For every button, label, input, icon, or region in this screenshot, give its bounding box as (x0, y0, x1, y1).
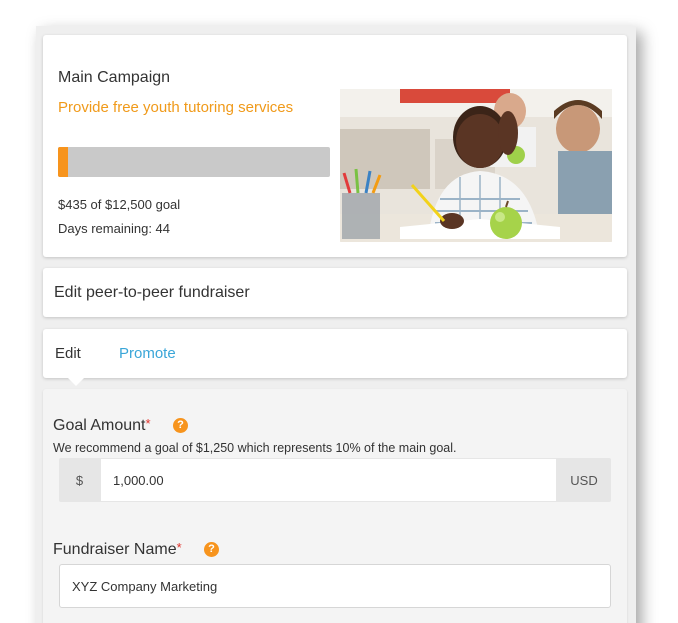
app-frame: Main Campaign Provide free youth tutorin… (36, 26, 636, 623)
name-help-icon[interactable]: ? (204, 542, 219, 557)
campaign-title: Main Campaign (58, 69, 171, 86)
campaign-subtitle: Provide free youth tutoring services (58, 99, 294, 116)
currency-symbol: $ (59, 458, 100, 502)
peer-fundraiser-title: Edit peer-to-peer fundraiser (54, 284, 250, 301)
days-remaining-text: Days remaining: 44 (58, 221, 170, 236)
peer-fundraiser-header: Edit peer-to-peer fundraiser (43, 268, 627, 317)
tab-edit[interactable]: Edit (55, 345, 81, 362)
goal-amount-input[interactable] (100, 458, 557, 502)
goal-progress-text: $435 of $12,500 goal (58, 197, 181, 212)
campaign-progress-fill (58, 147, 68, 177)
campaign-card: Main Campaign Provide free youth tutorin… (43, 35, 627, 257)
required-marker: * (176, 540, 182, 555)
active-tab-pointer (68, 378, 84, 386)
goal-amount-label-text: Goal Amount (53, 417, 146, 434)
goal-help-icon[interactable]: ? (173, 418, 188, 433)
currency-code: USD (557, 458, 611, 502)
fundraiser-name-label-text: Fundraiser Name (53, 541, 177, 558)
fundraiser-form: Goal Amount* ? We recommend a goal of $1… (43, 389, 627, 623)
fundraiser-name-input[interactable] (59, 564, 611, 608)
fundraiser-name-label: Fundraiser Name* (53, 540, 182, 559)
goal-recommendation-text: We recommend a goal of $1,250 which repr… (53, 441, 457, 455)
campaign-photo (340, 89, 612, 242)
goal-amount-label: Goal Amount* (53, 416, 151, 435)
required-marker: * (145, 416, 151, 431)
tab-bar: Edit Promote (43, 329, 627, 386)
goal-amount-input-group: $ USD (59, 458, 611, 502)
tab-promote[interactable]: Promote (119, 345, 176, 362)
campaign-progress-bar (58, 147, 330, 177)
